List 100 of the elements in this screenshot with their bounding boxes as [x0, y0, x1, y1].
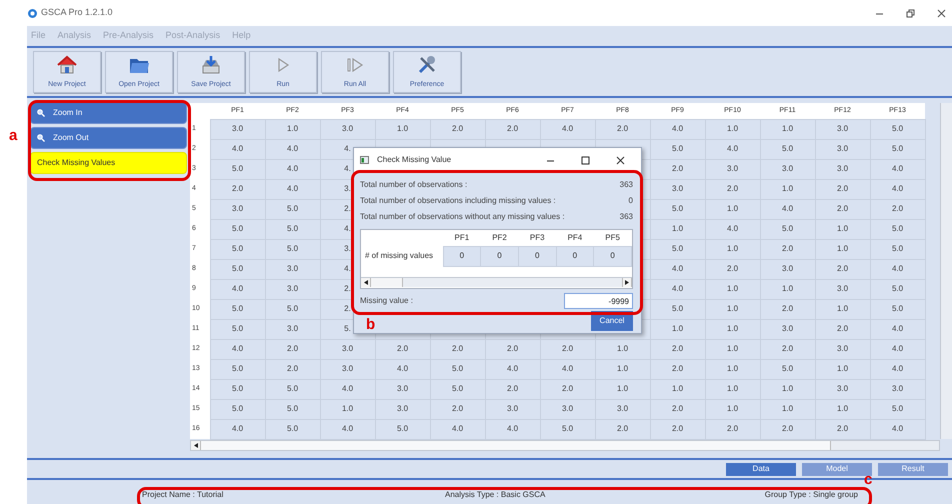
table-cell: 2.0 — [595, 119, 650, 139]
table-cell: 1.0 — [595, 339, 650, 359]
table-cell: 4.0 — [650, 259, 705, 279]
horizontal-scrollbar[interactable] — [361, 276, 632, 286]
window-icon — [360, 156, 369, 164]
table-cell: 4.0 — [650, 119, 705, 139]
table-cell: 4.0 — [430, 419, 485, 439]
table-cell: 4.0 — [210, 419, 265, 439]
table-cell: 2.0 — [485, 119, 540, 139]
table-cell: 4.0 — [540, 119, 595, 139]
table-cell: 5.0 — [210, 219, 265, 239]
table-cell: 2.0 — [485, 339, 540, 359]
table-cell: 3.0 — [265, 319, 320, 339]
table-cell: 3.0 — [760, 259, 815, 279]
table-cell: 0 — [518, 246, 556, 266]
table-cell: 3.0 — [815, 119, 870, 139]
table-cell: 2.0 — [815, 319, 870, 339]
table-cell: 5.0 — [430, 379, 485, 399]
table-cell: 1.0 — [705, 339, 760, 359]
table-cell: 3.0 — [320, 339, 375, 359]
table-cell: 3.0 — [705, 159, 760, 179]
table-cell: 4.0 — [375, 359, 430, 379]
table-cell: 4.0 — [210, 339, 265, 359]
view-tab[interactable]: Data — [726, 462, 796, 476]
missing-value-field[interactable]: -9999 — [564, 293, 633, 309]
table-cell: 5.0 — [870, 239, 925, 259]
table-cell: 1.0 — [705, 299, 760, 319]
table-cell: 5.0 — [210, 299, 265, 319]
app-icon — [28, 8, 37, 18]
column-header: PF4 — [556, 230, 594, 246]
table-cell: 4.0 — [265, 159, 320, 179]
table-cell: 4.0 — [210, 139, 265, 159]
dialog-title: Check Missing Value — [377, 154, 452, 166]
table-cell: 5.0 — [210, 399, 265, 419]
column-header: PF5 — [594, 230, 632, 246]
sidebar-item[interactable]: Zoom Out — [30, 127, 187, 149]
status-text: Group Type : Single group — [764, 490, 858, 499]
table-cell: 2.0 — [650, 359, 705, 379]
table-cell: 3.0 — [650, 179, 705, 199]
table-cell: 2.0 — [265, 339, 320, 359]
stat-value: 363 — [620, 211, 633, 223]
table-cell: 4.0 — [870, 419, 925, 439]
table-cell: 3.0 — [815, 159, 870, 179]
table-cell: 1.0 — [815, 239, 870, 259]
table-cell: 4.0 — [705, 139, 760, 159]
table-cell: 5.0 — [210, 359, 265, 379]
table-cell: 2.0 — [760, 299, 815, 319]
table-cell: 4.0 — [870, 359, 925, 379]
table-cell: 1.0 — [650, 379, 705, 399]
table-cell: 5.0 — [265, 299, 320, 319]
view-tab[interactable]: Result — [878, 462, 948, 476]
arrow-left-icon — [364, 280, 368, 284]
table-cell: 5.0 — [870, 219, 925, 239]
table-cell: 5.0 — [265, 399, 320, 419]
table-cell: 3.0 — [815, 379, 870, 399]
view-tab[interactable]: Model — [802, 462, 872, 476]
table-cell: 5.0 — [870, 299, 925, 319]
sidebar-item[interactable]: Zoom In — [30, 102, 187, 124]
column-header: PF1 — [443, 230, 481, 246]
table-cell: 2.0 — [705, 179, 760, 199]
table-cell: 0 — [443, 246, 481, 266]
arrow-left-icon[interactable] — [194, 442, 198, 448]
vertical-scrollbar[interactable] — [940, 103, 952, 439]
table-cell: 4.0 — [870, 319, 925, 339]
magnifier-icon — [37, 134, 45, 142]
table-cell: 5.0 — [650, 199, 705, 219]
table-cell: 5.0 — [375, 419, 430, 439]
status-text: Analysis Type : Basic GSCA — [445, 490, 546, 499]
table-cell: 5.0 — [870, 279, 925, 299]
sidebar-item[interactable]: Check Missing Values — [30, 152, 187, 174]
table-cell: 5.0 — [210, 159, 265, 179]
horizontal-scrollbar[interactable] — [190, 440, 940, 450]
maximize-icon — [581, 156, 590, 164]
table-cell: 3.0 — [540, 399, 595, 419]
tools-icon — [416, 54, 438, 76]
table-cell: 0 — [480, 246, 518, 266]
close-icon — [937, 8, 946, 18]
table-cell: 3.0 — [815, 139, 870, 159]
table-cell: 3.0 — [265, 259, 320, 279]
table-cell: 2.0 — [430, 399, 485, 419]
table-cell: 5.0 — [760, 139, 815, 159]
table-cell: 4.0 — [650, 279, 705, 299]
table-cell: 1.0 — [815, 299, 870, 319]
table-cell: 4.0 — [265, 139, 320, 159]
table-cell: 2.0 — [705, 259, 760, 279]
home-icon — [56, 54, 78, 76]
table-cell: 0 — [556, 246, 594, 266]
table-cell: 5.0 — [870, 139, 925, 159]
table-cell: 5.0 — [265, 239, 320, 259]
table-cell: 4.0 — [210, 279, 265, 299]
table-cell: 5.0 — [210, 379, 265, 399]
table-cell: 2.0 — [760, 339, 815, 359]
table-cell: 5.0 — [870, 399, 925, 419]
table-cell: 1.0 — [320, 399, 375, 419]
table-cell: 5.0 — [265, 199, 320, 219]
table-cell: 1.0 — [760, 379, 815, 399]
table-cell: 5.0 — [760, 219, 815, 239]
table-cell: 5.0 — [650, 299, 705, 319]
table-cell: 1.0 — [705, 379, 760, 399]
table-cell: 2.0 — [540, 379, 595, 399]
